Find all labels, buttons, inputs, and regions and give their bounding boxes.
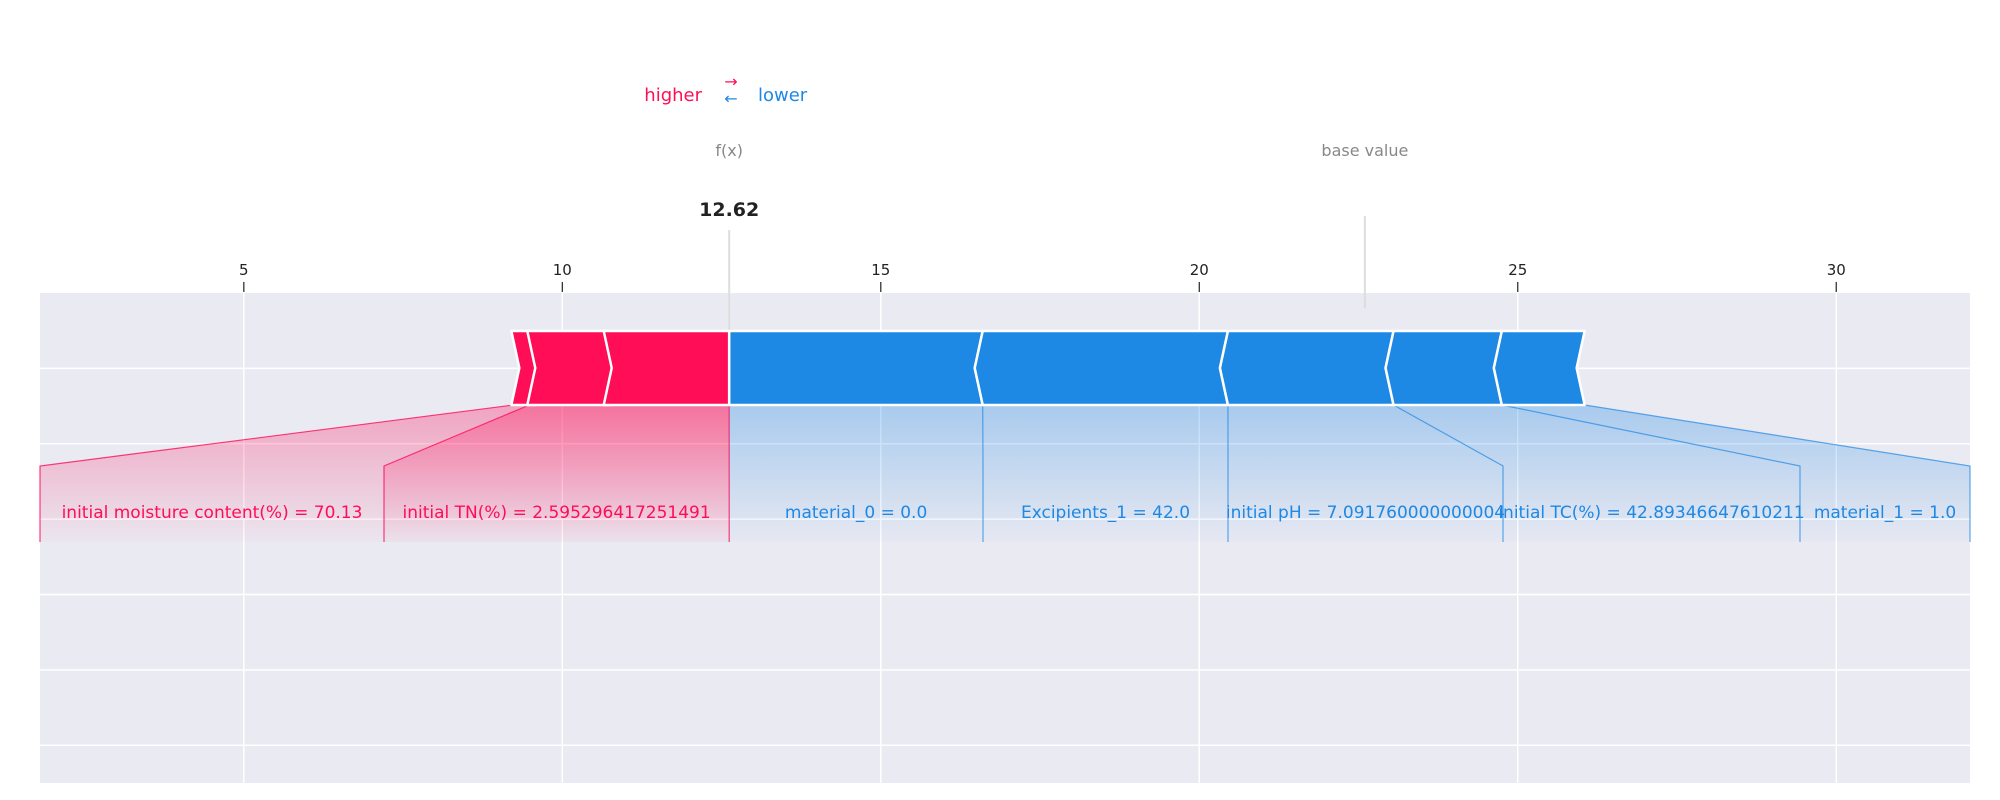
tick-label: 5: [239, 261, 249, 279]
force-bar-negative: [1218, 329, 1395, 407]
force-bar-positive: [602, 329, 731, 407]
tick-label: 15: [871, 261, 890, 279]
tick-label: 10: [553, 261, 572, 279]
legend-higher: higher: [644, 85, 702, 106]
legend-lower: lower: [758, 85, 808, 106]
force-plot-svg: higher → ← lower f(x) base value 12.62 5…: [39, 72, 1971, 783]
feature-label-negative: material_0 = 0.0: [785, 503, 927, 523]
fx-label: f(x): [715, 141, 743, 160]
force-plot: higher → ← lower f(x) base value 12.62 5…: [0, 0, 2000, 800]
base-value-label: base value: [1321, 141, 1408, 160]
feature-label-negative: initial pH = 7.091760000000004: [1226, 503, 1505, 523]
fx-value: 12.62: [699, 199, 759, 221]
feature-label-negative: initial TC(%) = 42.89346647610211: [1498, 503, 1804, 523]
legend-arrow-left: ←: [724, 89, 737, 108]
tick-label: 30: [1827, 261, 1846, 279]
feature-label-positive: initial moisture content(%) = 70.13: [62, 503, 363, 523]
force-bar-negative: [727, 329, 984, 407]
x-axis: 5 10 15 20 25 30: [239, 261, 1846, 292]
force-bar-negative: [1384, 329, 1504, 407]
feature-label-negative: material_1 = 1.0: [1814, 503, 1956, 523]
force-bars: [510, 329, 1586, 407]
force-bar-negative: [1492, 329, 1586, 407]
feature-label-negative: Excipients_1 = 42.0: [1021, 503, 1190, 523]
feature-label-positive: initial TN(%) = 2.595296417251491: [403, 503, 711, 523]
tick-label: 20: [1190, 261, 1209, 279]
tick-label: 25: [1508, 261, 1527, 279]
force-bar-negative: [973, 329, 1230, 407]
